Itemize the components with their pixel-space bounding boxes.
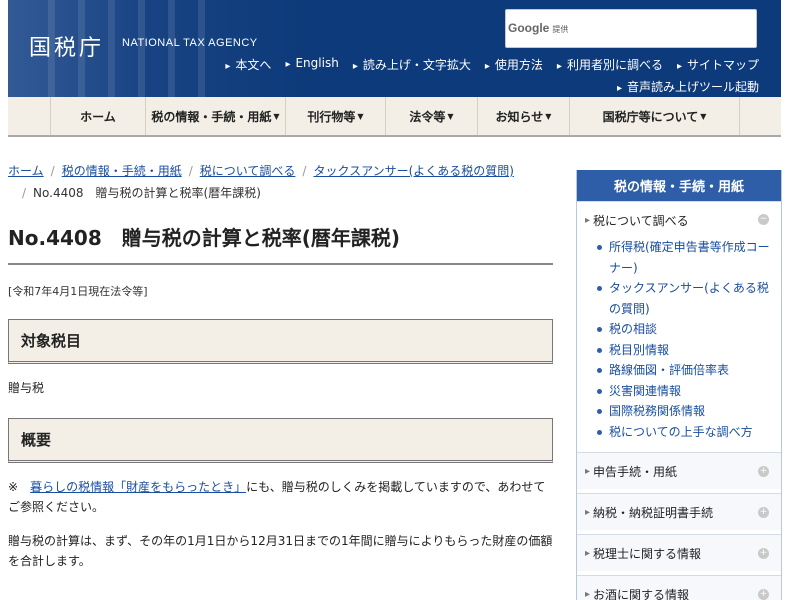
breadcrumb-tax-info[interactable]: 税の情報・手続・用紙 [62, 164, 182, 178]
utility-links: 本文へ English 読み上げ・文字拡大 使用方法 利用者別に調べる サイトマ… [225, 56, 759, 73]
sidebar-item-tax-answer[interactable]: タックスアンサー(よくある税の質問) [597, 278, 775, 319]
chevron-down-icon: ▼ [447, 111, 454, 121]
sidebar-item-by-tax-type[interactable]: 税目別情報 [597, 340, 775, 361]
sidebar-group-title[interactable]: 税について調べる [585, 212, 775, 229]
as-of-date: [令和7年4月1日現在法令等] [8, 285, 148, 298]
chevron-down-icon: ▼ [357, 111, 364, 121]
breadcrumb: ホーム / 税の情報・手続・用紙 / 税について調べる / タックスアンサー(よくある税の質… [8, 160, 553, 204]
sidebar-item-tax-accountant[interactable]: 税理士に関する情報+ [577, 534, 781, 571]
util-link-english[interactable]: English [285, 56, 338, 73]
link-life-tax-info[interactable]: 暮らしの税情報「財産をもらったとき」 [30, 480, 246, 494]
util-link-read-aloud[interactable]: 読み上げ・文字拡大 [353, 56, 471, 73]
breadcrumb-research[interactable]: 税について調べる [200, 164, 296, 178]
site-logo-english: NATIONAL TAX AGENCY [122, 37, 258, 49]
sidebar-item-liquor[interactable]: お酒に関する情報+ [577, 575, 781, 600]
sidebar-item-income-tax[interactable]: 所得税(確定申告書等作成コーナー) [597, 237, 775, 278]
nav-item-about[interactable]: 国税庁等について ▼ [570, 97, 740, 135]
util-link-voice-tool[interactable]: 音声読み上げツール起動 [617, 80, 759, 94]
expand-icon[interactable]: + [758, 589, 769, 600]
expand-icon[interactable]: + [758, 466, 769, 477]
sidebar-item-disaster[interactable]: 災害関連情報 [597, 381, 775, 402]
section-heading-overview: 概要 [8, 418, 553, 463]
sidebar-item-how-to-research[interactable]: 税についての上手な調べ方 [597, 422, 775, 443]
nav-item-home[interactable]: ホーム [51, 97, 146, 135]
nav-item-publications[interactable]: 刊行物等 ▼ [286, 97, 386, 135]
sidebar-heading[interactable]: 税の情報・手続・用紙 [577, 170, 781, 201]
collapse-icon[interactable]: − [758, 214, 769, 225]
target-tax-text: 贈与税 [8, 381, 45, 395]
breadcrumb-tax-answer[interactable]: タックスアンサー(よくある税の質問) [313, 164, 514, 178]
utility-links-secondary: 音声読み上げツール起動 [617, 78, 759, 95]
sidebar-item-consultation[interactable]: 税の相談 [597, 319, 775, 340]
section-heading-target-tax: 対象税目 [8, 319, 553, 364]
site-header: 国税庁 NATIONAL TAX AGENCY Google提供 本文へ Eng… [8, 0, 781, 97]
sidebar: 税の情報・手続・用紙 税について調べる − 所得税(確定申告書等作成コーナー) … [576, 170, 782, 600]
breadcrumb-home[interactable]: ホーム [8, 164, 44, 178]
sidebar-group-research: 税について調べる − 所得税(確定申告書等作成コーナー) タックスアンサー(よく… [577, 201, 781, 452]
nav-item-tax-info[interactable]: 税の情報・手続・用紙 ▼ [146, 97, 286, 135]
sidebar-item-international[interactable]: 国際税務関係情報 [597, 401, 775, 422]
util-link-skip-to-content[interactable]: 本文へ [225, 56, 271, 73]
sidebar-item-payment[interactable]: 納税・納税証明書手続+ [577, 493, 781, 530]
chevron-down-icon: ▼ [273, 111, 280, 121]
util-link-how-to-use[interactable]: 使用方法 [485, 56, 543, 73]
chevron-down-icon: ▼ [545, 111, 552, 121]
nav-item-laws[interactable]: 法令等 ▼ [386, 97, 478, 135]
expand-icon[interactable]: + [758, 507, 769, 518]
search-input[interactable]: Google 提供 [505, 9, 757, 48]
nav-item-news[interactable]: お知らせ ▼ [478, 97, 570, 135]
util-link-sitemap[interactable]: サイトマップ [677, 56, 759, 73]
util-link-by-user[interactable]: 利用者別に調べる [557, 56, 663, 73]
sidebar-item-route-price[interactable]: 路線価図・評価倍率表 [597, 360, 775, 381]
expand-icon[interactable]: + [758, 548, 769, 559]
overview-paragraph: 贈与税の計算は、まず、その年の1月1日から12月31日までの1年間に贈与によりも… [8, 534, 553, 568]
chevron-down-icon: ▼ [700, 111, 707, 121]
site-logo[interactable]: 国税庁 [29, 30, 104, 62]
breadcrumb-current: / No.4408 贈与税の計算と税率(暦年課税) [22, 186, 261, 200]
sidebar-item-filing[interactable]: 申告手続・用紙+ [577, 452, 781, 489]
global-nav: ホーム 税の情報・手続・用紙 ▼ 刊行物等 ▼ 法令等 ▼ お知らせ ▼ 国税庁等につい… [8, 97, 781, 137]
sidebar-sublist: 所得税(確定申告書等作成コーナー) タックスアンサー(よくある税の質問) 税の相… [585, 237, 775, 442]
page-title: No.4408 贈与税の計算と税率(暦年課税) [8, 222, 553, 265]
google-search-brand: Google 提供 [508, 21, 569, 35]
main-content: ホーム / 税の情報・手続・用紙 / 税について調べる / タックスアンサー(よくある税の質… [8, 160, 553, 571]
overview-note: ※ 暮らしの税情報「財産をもらったとき」にも、贈与税のしくみを掲載していますので… [8, 480, 546, 514]
